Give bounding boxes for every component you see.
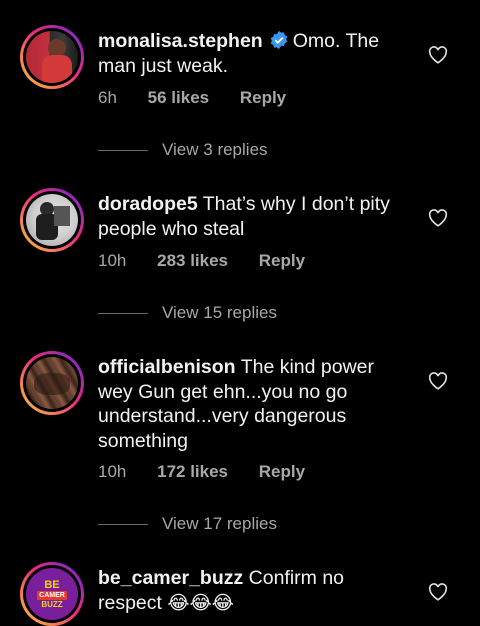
timestamp: 10h	[98, 251, 127, 270]
likes-count[interactable]: 56 likes	[148, 88, 209, 107]
comment-meta: 6h 56 likes Reply	[98, 88, 312, 108]
username[interactable]: officialbenison	[98, 356, 236, 378]
divider	[98, 150, 148, 151]
heart-outline-icon[interactable]	[428, 46, 448, 64]
avatar[interactable]	[20, 351, 84, 415]
verified-badge-icon	[270, 30, 287, 50]
timestamp: 6h	[98, 88, 117, 107]
view-replies-label: View 17 replies	[162, 514, 277, 533]
laughing-emoji: 😂😂😂	[167, 591, 234, 614]
username[interactable]: doradope5	[98, 193, 198, 215]
avatar-logo-text: BUZZ	[41, 599, 63, 609]
divider	[98, 313, 148, 314]
avatar-photo	[26, 194, 78, 246]
view-replies-label: View 15 replies	[162, 303, 277, 322]
divider	[98, 524, 148, 525]
avatar[interactable]	[20, 188, 84, 252]
comment-text: doradope5 That’s why I don’t pity people…	[98, 192, 408, 241]
avatar[interactable]	[20, 25, 84, 89]
username[interactable]: monalisa.stephen	[98, 30, 263, 52]
comment-text: monalisa.stephen Omo. The man just weak.	[98, 29, 408, 78]
avatar-photo	[26, 357, 78, 409]
likes-count[interactable]: 283 likes	[157, 251, 228, 270]
comment-meta: 10h 283 likes Reply	[98, 251, 331, 271]
comment-meta: 10h 172 likes Reply	[98, 462, 331, 482]
avatar-logo-text: CAMER	[37, 590, 67, 600]
reply-button[interactable]: Reply	[259, 462, 305, 481]
reply-button[interactable]: Reply	[259, 251, 305, 270]
avatar-photo: BE CAMER BUZZ	[26, 568, 78, 620]
avatar-photo	[26, 31, 78, 83]
comment-text: officialbenison The kind power wey Gun g…	[98, 355, 408, 453]
avatar[interactable]: BE CAMER BUZZ	[20, 562, 84, 626]
heart-outline-icon[interactable]	[428, 209, 448, 227]
username[interactable]: be_camer_buzz	[98, 567, 243, 589]
likes-count[interactable]: 172 likes	[157, 462, 228, 481]
reply-button[interactable]: Reply	[240, 88, 286, 107]
timestamp: 10h	[98, 462, 127, 481]
avatar-logo-text: BE	[44, 578, 60, 591]
heart-outline-icon[interactable]	[428, 583, 448, 601]
heart-outline-icon[interactable]	[428, 372, 448, 390]
view-replies-label: View 3 replies	[162, 140, 268, 159]
comment-text: be_camer_buzz Confirm no respect 😂😂😂	[98, 566, 408, 615]
